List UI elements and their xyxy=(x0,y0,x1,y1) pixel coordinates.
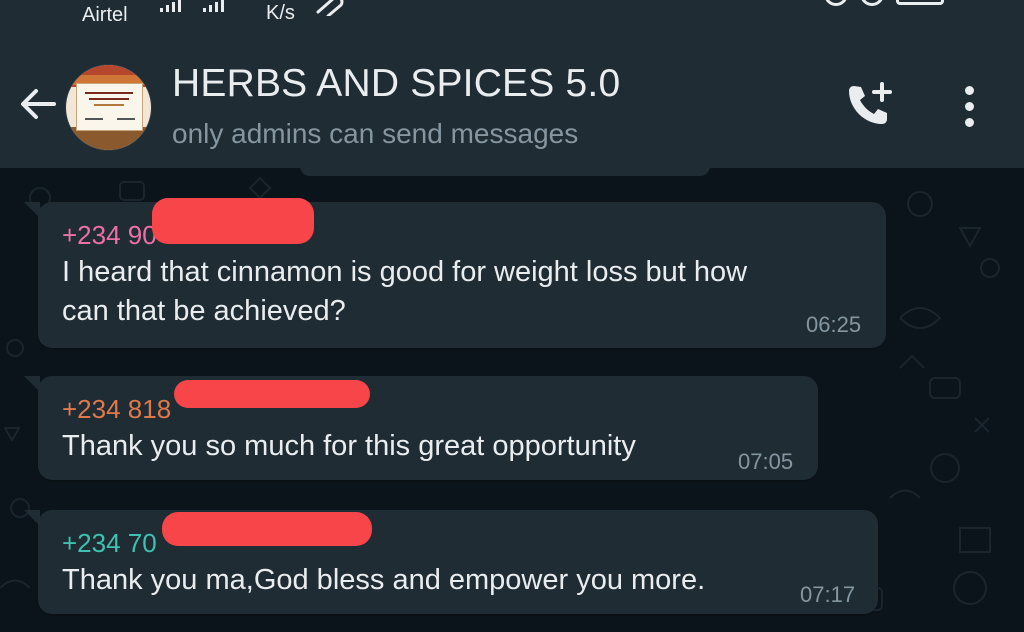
add-call-icon[interactable] xyxy=(846,80,896,130)
message-bubble[interactable]: +234 70 Thank you ma,God bless and empow… xyxy=(24,510,878,614)
arrow-left-icon[interactable] xyxy=(18,84,58,124)
redaction-mark xyxy=(162,512,372,546)
alarm-icon xyxy=(824,0,848,6)
message-bubble[interactable]: +234 90 I heard that cinnamon is good fo… xyxy=(24,198,886,348)
message-timestamp: 07:05 xyxy=(738,449,794,474)
more-vertical-icon[interactable] xyxy=(958,84,982,128)
status-right-icons xyxy=(824,0,944,6)
redaction-mark xyxy=(174,380,370,408)
message-text-line: can that be achieved? xyxy=(62,295,346,327)
attachment-icon xyxy=(316,0,344,16)
status-bar: Airtel K/s xyxy=(0,0,1024,40)
message-timestamp: 06:25 xyxy=(806,312,862,337)
previous-message-bubble xyxy=(300,168,710,176)
group-subtitle: only admins can send messages xyxy=(172,118,579,149)
data-saver-icon xyxy=(860,0,884,6)
bubble-tail xyxy=(24,202,40,218)
group-title[interactable]: HERBS AND SPICES 5.0 xyxy=(172,62,620,106)
chat-header: HERBS AND SPICES 5.0 only admins can sen… xyxy=(0,40,1024,168)
carrier-name: Airtel xyxy=(82,4,128,26)
message-timestamp: 07:17 xyxy=(800,582,856,607)
bubble-tail xyxy=(24,376,40,392)
message-sender[interactable]: +234 818 xyxy=(62,394,171,425)
message-text-line: Thank you so much for this great opportu… xyxy=(62,430,636,462)
message-bubble[interactable]: +234 818 Thank you so much for this grea… xyxy=(24,376,818,480)
network-speed-unit: K/s xyxy=(266,2,295,24)
message-text-line: Thank you ma,God bless and empower you m… xyxy=(62,564,706,596)
message-sender[interactable]: +234 90 xyxy=(62,220,157,251)
message-list[interactable]: +234 90 I heard that cinnamon is good fo… xyxy=(0,168,1024,632)
group-avatar[interactable] xyxy=(66,65,151,150)
message-sender[interactable]: +234 70 xyxy=(62,528,157,559)
signal-icon xyxy=(160,0,181,12)
redaction-mark xyxy=(152,198,314,244)
bubble-tail xyxy=(24,510,40,526)
signal-icon xyxy=(203,0,224,12)
battery-icon xyxy=(896,0,944,5)
message-text-line: I heard that cinnamon is good for weight… xyxy=(62,256,748,288)
